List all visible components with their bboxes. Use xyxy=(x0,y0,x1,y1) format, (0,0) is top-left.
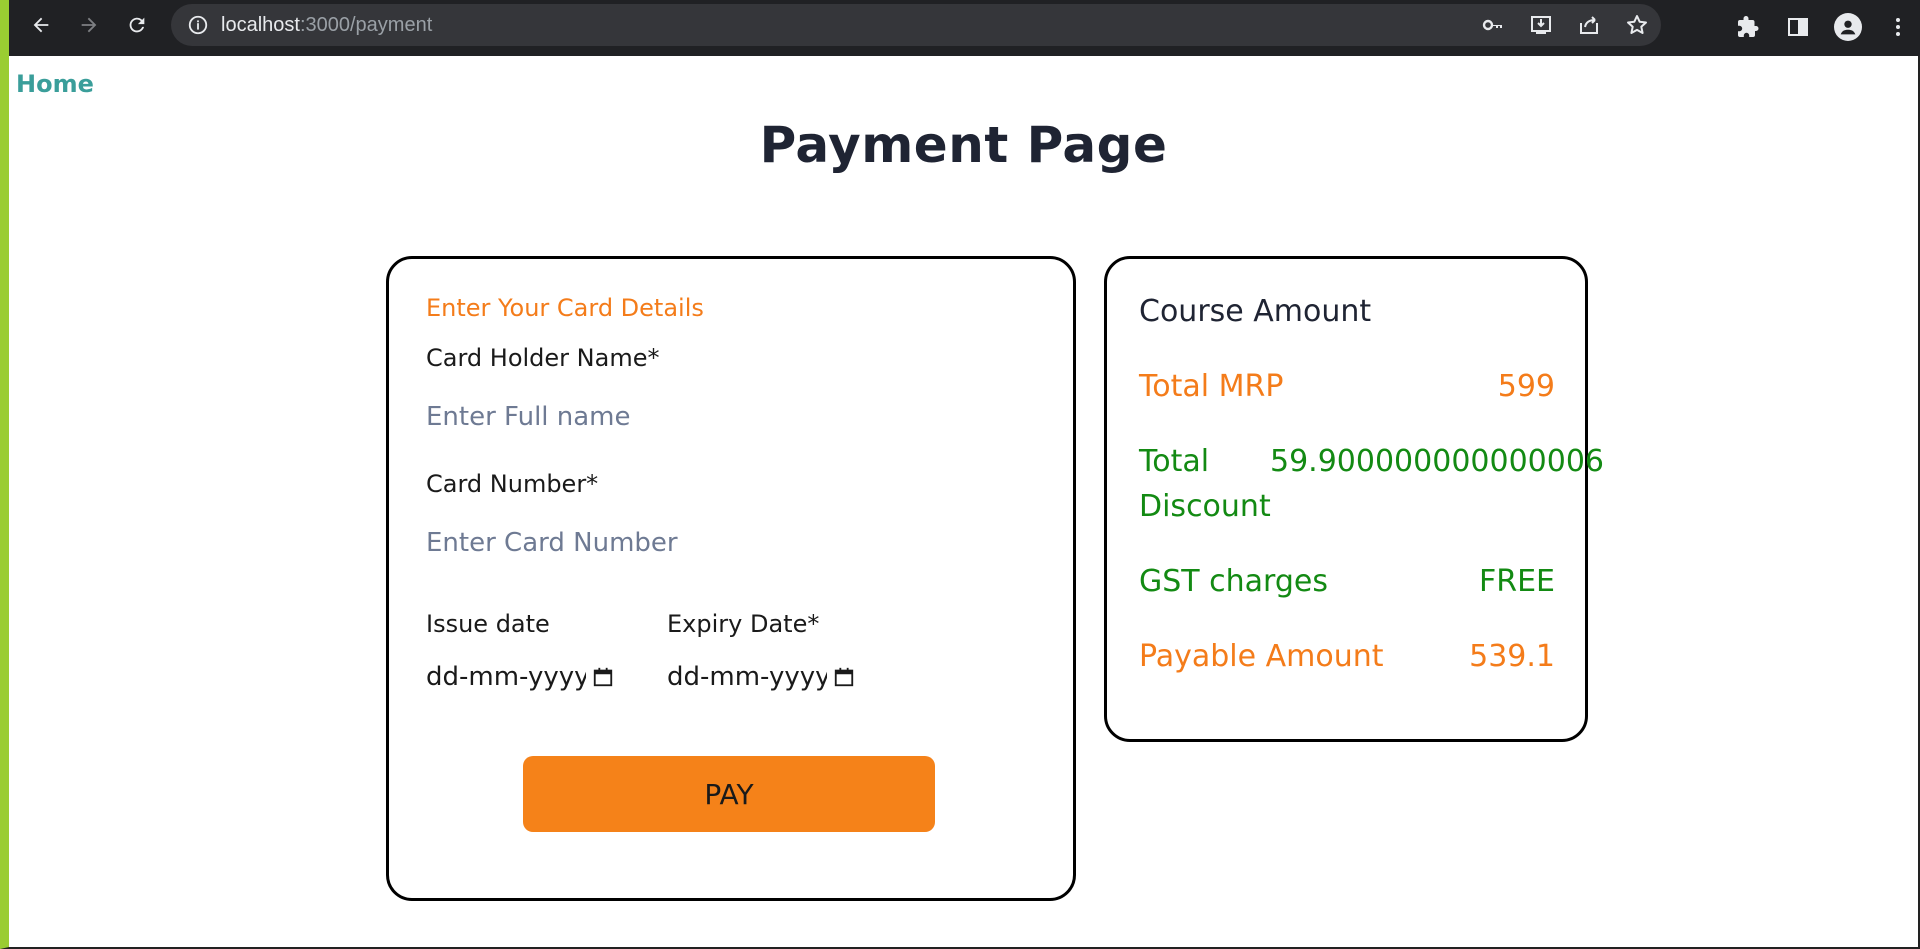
gst-charges-value: FREE xyxy=(1478,564,1555,599)
total-mrp-value: 599 xyxy=(1497,369,1555,404)
star-icon[interactable] xyxy=(1625,13,1649,37)
home-link[interactable]: Home xyxy=(16,70,94,98)
expiry-date-input[interactable]: dd-mm-yyyy xyxy=(667,662,855,692)
calendar-icon[interactable] xyxy=(833,666,855,688)
course-amount-summary: Course Amount Total MRP 599 Total Discou… xyxy=(1104,256,1604,742)
pay-button[interactable]: PAY xyxy=(523,756,935,832)
address-bar[interactable]: localhost:3000/payment xyxy=(171,4,1661,46)
browser-toolbar: localhost:3000/payment xyxy=(0,0,1920,56)
reload-icon xyxy=(129,17,145,33)
card-number-input[interactable] xyxy=(426,523,1026,563)
total-discount-label-line2: Discount xyxy=(1139,489,1271,524)
form-heading: Enter Your Card Details xyxy=(426,294,704,322)
total-mrp-label: Total MRP xyxy=(1139,369,1284,404)
forward-button[interactable] xyxy=(72,8,106,42)
card-holder-input[interactable] xyxy=(426,397,1026,437)
url-path: :3000/payment xyxy=(299,13,433,36)
payable-amount-value: 539.1 xyxy=(1469,639,1555,674)
issue-date-input[interactable]: dd-mm-yyyy xyxy=(426,662,614,692)
back-button[interactable] xyxy=(24,8,58,42)
url-text: localhost:3000/payment xyxy=(221,14,432,37)
reload-button[interactable] xyxy=(120,8,154,42)
card-details-form: Enter Your Card Details Card Holder Name… xyxy=(386,256,1076,901)
issue-date-value: dd-mm-yyyy xyxy=(426,662,586,692)
gst-charges-label: GST charges xyxy=(1139,564,1328,599)
card-number-label: Card Number* xyxy=(426,470,599,498)
info-icon[interactable] xyxy=(187,14,209,36)
expiry-date-label: Expiry Date* xyxy=(667,610,820,638)
total-discount-label-line1: Total xyxy=(1139,444,1210,479)
key-icon[interactable] xyxy=(1481,13,1505,37)
page-title: Payment Page xyxy=(759,116,1168,174)
profile-avatar-icon[interactable] xyxy=(1834,13,1862,41)
side-panel-icon[interactable] xyxy=(1784,13,1812,41)
arrow-left-icon xyxy=(33,17,49,33)
arrow-right-icon xyxy=(81,17,97,33)
summary-title: Course Amount xyxy=(1139,294,1372,329)
page-content: Home Payment Page Enter Your Card Detail… xyxy=(0,56,1920,949)
issue-date-label: Issue date xyxy=(426,610,550,638)
card-holder-label: Card Holder Name* xyxy=(426,344,660,372)
install-icon[interactable] xyxy=(1529,13,1553,37)
extensions-icon[interactable] xyxy=(1734,13,1762,41)
expiry-date-value: dd-mm-yyyy xyxy=(667,662,827,692)
menu-dots-icon[interactable] xyxy=(1884,13,1912,41)
url-host: localhost xyxy=(221,13,300,36)
share-icon[interactable] xyxy=(1577,13,1601,37)
calendar-icon[interactable] xyxy=(592,666,614,688)
total-discount-value: 59.900000000000006 xyxy=(1270,444,1605,479)
payable-amount-label: Payable Amount xyxy=(1139,639,1384,674)
